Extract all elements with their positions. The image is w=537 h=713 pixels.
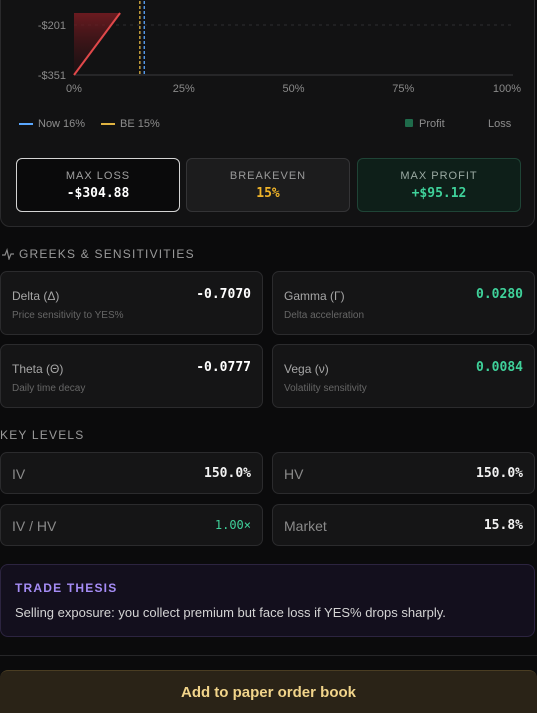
x-tick-label: 100% <box>493 83 521 95</box>
vega-desc: Volatility sensitivity <box>284 383 367 394</box>
trade-thesis-card: TRADE THESIS Selling exposure: you colle… <box>0 564 535 637</box>
breakeven-card: BREAKEVEN 15% <box>186 158 350 212</box>
key-levels-title: KEY LEVELS <box>0 428 85 442</box>
now-line-icon <box>19 123 33 126</box>
hv-label: HV <box>284 466 304 482</box>
greeks-title-text: GREEKS & SENSITIVITIES <box>19 247 195 261</box>
x-tick-label: 75% <box>392 83 414 95</box>
y-tick-label: -$351 <box>38 70 66 82</box>
delta-name: Delta (Δ) <box>12 289 60 303</box>
iv-card: IV 150.0% <box>0 452 263 494</box>
theta-card: Theta (Θ) Daily time decay -0.0777 <box>0 344 263 408</box>
legend-now-label: Now 16% <box>38 118 86 130</box>
iv-hv-card: IV / HV 1.00× <box>0 504 263 546</box>
theta-value: -0.0777 <box>196 360 251 375</box>
legend-now: Now 16% <box>19 118 85 130</box>
payoff-chart: -$201 -$3510% 25% 50% 75% 100% <box>38 1 521 95</box>
legend-loss-label: Loss <box>488 118 512 130</box>
x-tick-label: 50% <box>282 83 304 95</box>
delta-desc: Price sensitivity to YES% <box>12 310 124 321</box>
max-profit-card: MAX PROFIT +$95.12 <box>357 158 521 212</box>
vega-card: Vega (ν) Volatility sensitivity 0.0084 <box>272 344 535 408</box>
payoff-chart-panel: -$201 -$351 0% 25% 50% 75% 100% Now 16% BE 15%… <box>0 0 535 227</box>
vega-name: Vega (ν) <box>284 362 329 376</box>
thesis-title: TRADE THESIS <box>15 581 118 595</box>
delta-value: -0.7070 <box>196 287 251 302</box>
vega-value: 0.0084 <box>476 360 523 375</box>
gamma-desc: Delta acceleration <box>284 310 365 321</box>
iv-hv-value: 1.00× <box>214 518 251 532</box>
breakeven-value: 15% <box>256 186 280 201</box>
legend-be: BE 15% <box>101 118 160 130</box>
hv-value: 150.0% <box>476 466 523 481</box>
profit-swatch-icon <box>405 119 413 127</box>
y-tick-label: -$201 <box>38 20 66 32</box>
gamma-value: 0.0280 <box>476 287 523 302</box>
gamma-name: Gamma (Γ) <box>284 289 345 303</box>
iv-label: IV <box>12 466 26 482</box>
thesis-text: Selling exposure: you collect premium bu… <box>15 605 446 620</box>
legend-be-label: BE 15% <box>120 118 160 130</box>
be-line-icon <box>101 123 115 126</box>
max-loss-value: -$304.88 <box>66 186 130 201</box>
x-tick-label: 0% <box>66 83 82 95</box>
market-card: Market 15.8% <box>272 504 535 546</box>
theta-desc: Daily time decay <box>12 383 86 394</box>
legend-profit-label: Profit <box>419 118 445 130</box>
max-profit-value: +$95.12 <box>411 186 467 201</box>
max-loss-card: MAX LOSS -$304.88 <box>16 158 180 212</box>
chart-legend: Now 16% BE 15% Profit Loss <box>19 118 516 132</box>
activity-icon <box>2 247 14 262</box>
delta-card: Delta (Δ) Price sensitivity to YES% -0.7… <box>0 271 263 335</box>
max-loss-label: MAX LOSS <box>65 170 131 182</box>
cta-label: Add to paper order book <box>180 684 356 701</box>
market-value: 15.8% <box>483 518 523 533</box>
gamma-card: Gamma (Γ) Delta acceleration 0.0280 <box>272 271 535 335</box>
legend-loss: Loss <box>474 118 511 130</box>
max-profit-label: MAX PROFIT <box>400 170 478 182</box>
breakeven-label: BREAKEVEN <box>229 170 307 182</box>
legend-profit: Profit <box>405 118 445 130</box>
iv-hv-label: IV / HV <box>12 518 57 534</box>
market-label: Market <box>284 518 327 534</box>
loss-swatch-icon <box>474 119 482 127</box>
iv-value: 150.0% <box>204 466 251 481</box>
greeks-section-title: GREEKS & SENSITIVITIES <box>2 246 195 262</box>
add-to-order-book-button[interactable]: Add to paper order book <box>0 670 537 713</box>
divider <box>0 655 537 656</box>
hv-card: HV 150.0% <box>272 452 535 494</box>
x-tick-label: 25% <box>173 83 195 95</box>
theta-name: Theta (Θ) <box>12 362 64 376</box>
